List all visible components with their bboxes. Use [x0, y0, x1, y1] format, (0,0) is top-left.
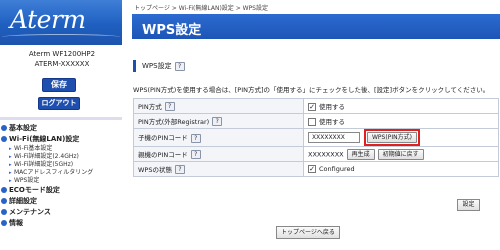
row-value-cell: 使用する [303, 113, 499, 129]
menu-label: ECOモード設定 [9, 186, 60, 194]
row-label-cell: 子機のPINコード? [133, 128, 304, 147]
ssid-name: ATERM-XXXXXX [34, 60, 90, 68]
submenu-item-mac-filter[interactable]: ▸ MACアドレスフィルタリング [0, 169, 122, 177]
highlight-box: WPS(PIN方式) [364, 129, 420, 146]
wps-pin-button[interactable]: WPS(PIN方式) [367, 132, 417, 143]
checkbox-label: 使用する [319, 118, 345, 126]
menu-item-maintenance[interactable]: メンテナンス [0, 207, 122, 218]
menu-item-eco[interactable]: ECOモード設定 [0, 185, 122, 196]
table-row: PIN方式(外部Registrar)? 使用する [133, 113, 499, 129]
row-label-cell: PIN方式? [133, 98, 304, 114]
client-pin-input[interactable]: XXXXXXXX [308, 132, 360, 143]
external-registrar-checkbox[interactable] [308, 118, 316, 126]
bullet-icon [1, 125, 7, 131]
title-bar: WPS設定 [132, 14, 500, 39]
checkbox-label: 使用する [319, 103, 345, 111]
submenu-item-wifi-5ghz[interactable]: ▸ Wi-Fi詳細設定(5GHz) [0, 161, 122, 169]
row-value-cell: ✓ Configured [303, 161, 499, 177]
arrow-icon: ▸ [9, 154, 12, 160]
checkbox-label: Configured [319, 165, 355, 173]
wps-status-checkbox[interactable]: ✓ [308, 165, 316, 173]
help-icon[interactable]: ? [174, 61, 185, 71]
wps-settings-table: PIN方式? ✓ 使用する PIN方式(外部Registrar)? 使用する 子機… [133, 98, 499, 177]
table-row: 子機のPINコード? XXXXXXXX WPS(PIN方式) [133, 128, 499, 147]
arrow-icon: ▸ [9, 146, 12, 152]
table-row: PIN方式? ✓ 使用する [133, 98, 499, 114]
sidebar-divider [0, 117, 122, 120]
menu-label: 詳細設定 [9, 197, 37, 205]
menu-label: 基本設定 [9, 124, 37, 132]
table-row: 親機のPINコード? XXXXXXXX 再生成 初期値に戻す [133, 146, 499, 162]
bullet-icon [1, 209, 7, 215]
breadcrumb: トップページ > Wi-Fi(無線LAN)設定 > WPS設定 [134, 5, 268, 12]
menu-item-wifi[interactable]: Wi-Fi(無線LAN)設定 [0, 134, 122, 145]
help-icon[interactable]: ? [190, 133, 201, 143]
sidebar-menu: 基本設定 Wi-Fi(無線LAN)設定 ▸ Wi-Fi基本設定 ▸ Wi-Fi詳細設… [0, 123, 122, 229]
row-label: PIN方式 [138, 102, 162, 111]
sidebar: Aterm Aterm WF1200HP2 ATERM-XXXXXX 保存 ログ… [0, 0, 122, 250]
reset-default-button[interactable]: 初期値に戻す [377, 148, 424, 160]
bullet-icon [1, 220, 7, 226]
help-icon[interactable]: ? [190, 150, 201, 160]
bullet-icon [1, 198, 7, 204]
row-label-cell: PIN方式(外部Registrar)? [133, 113, 304, 129]
bullet-icon [1, 187, 7, 193]
pin-method-checkbox[interactable]: ✓ [308, 103, 316, 111]
row-value-cell: ✓ 使用する [303, 98, 499, 114]
row-label-cell: WPSの状態? [133, 161, 304, 177]
row-label: PIN方式(外部Registrar) [138, 117, 210, 126]
brand-logo: Aterm [0, 0, 122, 45]
row-value-cell: XXXXXXXX WPS(PIN方式) [303, 128, 499, 147]
logout-button[interactable]: ログアウト [38, 97, 80, 110]
submenu-item-wps[interactable]: ▸ WPS設定 [0, 177, 122, 185]
menu-label: 情報 [9, 219, 23, 227]
description-text: WPS(PIN方式)を使用する場合は、[PIN方式]の「使用する」にチェックをし… [133, 86, 490, 94]
router-pin-value: XXXXXXXX [308, 150, 344, 158]
logo-text: Aterm [10, 5, 86, 34]
main-content: トップページ > Wi-Fi(無線LAN)設定 > WPS設定 WPS設定 WP… [122, 0, 500, 250]
row-label: 子機のPINコード [138, 134, 188, 143]
row-value-cell: XXXXXXXX 再生成 初期値に戻す [303, 146, 499, 162]
back-to-top-button[interactable]: トップページへ戻る [276, 226, 340, 239]
arrow-icon: ▸ [9, 178, 12, 184]
menu-label: Wi-Fi(無線LAN)設定 [9, 135, 80, 143]
device-info: Aterm WF1200HP2 ATERM-XXXXXX [4, 46, 120, 71]
menu-item-basic[interactable]: 基本設定 [0, 123, 122, 134]
set-button[interactable]: 設定 [457, 199, 480, 211]
bullet-icon [1, 136, 7, 142]
table-row: WPSの状態? ✓ Configured [133, 161, 499, 177]
submenu-label: Wi-Fi詳細設定(2.4GHz) [14, 153, 79, 160]
section-heading: WPS設定? [133, 60, 185, 72]
help-icon[interactable]: ? [212, 117, 223, 127]
submenu-item-wifi-24ghz[interactable]: ▸ Wi-Fi詳細設定(2.4GHz) [0, 153, 122, 161]
page-title: WPS設定 [142, 23, 202, 38]
arrow-icon: ▸ [9, 170, 12, 176]
regenerate-button[interactable]: 再生成 [346, 148, 375, 160]
row-label: 親機のPINコード [138, 150, 188, 159]
section-title: WPS設定 [142, 62, 172, 70]
submenu-label: Wi-Fi詳細設定(5GHz) [14, 161, 74, 168]
model-name: Aterm WF1200HP2 [28, 50, 96, 58]
submenu-item-wifi-basic[interactable]: ▸ Wi-Fi基本設定 [0, 145, 122, 153]
menu-item-info[interactable]: 情報 [0, 218, 122, 229]
logo-swoosh [2, 34, 120, 40]
menu-label: メンテナンス [9, 208, 51, 216]
menu-item-advanced[interactable]: 詳細設定 [0, 196, 122, 207]
help-icon[interactable]: ? [174, 165, 185, 175]
submenu-label: MACアドレスフィルタリング [14, 169, 94, 176]
help-icon[interactable]: ? [164, 102, 175, 112]
save-button[interactable]: 保存 [42, 78, 76, 92]
submenu-label: WPS設定 [14, 177, 40, 184]
arrow-icon: ▸ [9, 162, 12, 168]
row-label: WPSの状態 [138, 165, 172, 174]
submenu-label: Wi-Fi基本設定 [14, 145, 53, 152]
row-label-cell: 親機のPINコード? [133, 146, 304, 162]
